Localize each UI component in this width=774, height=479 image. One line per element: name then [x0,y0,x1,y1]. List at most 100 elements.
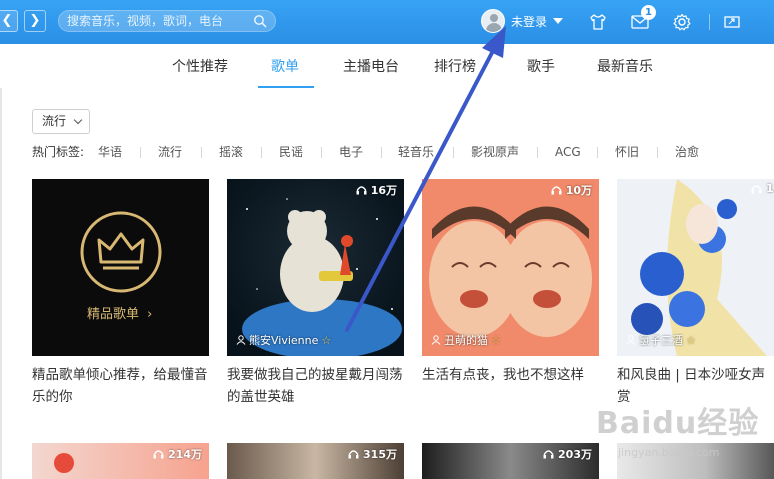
user-icon [236,335,246,345]
headphones-icon [348,450,359,459]
tag-pop[interactable]: 流行 [158,143,182,161]
play-count-value: 16万 [370,184,397,197]
tag-acg[interactable]: ACG [555,143,581,161]
back-button[interactable]: ❮ [0,10,18,32]
headphones-icon [543,450,554,459]
search-input[interactable] [67,11,247,31]
playlist-card[interactable]: 16万 熊安Vivienne ☆ 我要做我自己的披星戴月闯荡的盖世英雄 [227,179,404,408]
toolbar-divider [709,14,710,30]
playlist-title[interactable]: 生活有点丧，我也不想这样 [422,364,599,386]
cover-logo [54,453,74,473]
play-count-value: 11 [766,182,774,195]
playlist-cover[interactable]: 精品歌单 › [32,179,209,356]
tab-playlists[interactable]: 歌单 [271,44,299,88]
mini-mode-icon[interactable] [722,12,742,32]
active-tab-indicator [258,86,314,88]
playlist-card[interactable]: 203万 [422,443,599,479]
creator-name[interactable]: 熊安Vivienne ☆ [236,332,331,348]
category-selected: 流行 [42,114,67,128]
premium-caption: 精品歌单 › [87,303,152,322]
star-icon: ☆ [321,333,332,347]
login-label[interactable]: 未登录 [511,13,547,30]
creator-name[interactable]: 丑萌的猫 ☆ [431,332,501,348]
message-count-badge[interactable]: 1 [641,5,656,20]
tag-rock[interactable]: 摇滚 [219,143,243,161]
hot-tags-label: 热门标签: [32,145,85,159]
forward-button[interactable]: ❯ [24,10,46,32]
tag-separator [597,147,598,158]
forward-arrow-icon: ❯ [29,13,41,28]
category-tabs: 个性推荐 歌单 主播电台 排行榜 歌手 最新音乐 [0,44,774,88]
title-bar: ❮ ❯ 未登录 1 [0,0,774,44]
play-count-value: 214万 [168,448,202,461]
tab-charts[interactable]: 排行榜 [434,44,476,88]
baidu-jingyan-watermark: Baidu经验 jingyan.baidu.com [596,396,774,476]
music-app-window: ❮ ❯ 未登录 1 [0,0,774,479]
search-box[interactable] [58,10,276,32]
playlist-card[interactable]: 10万 丑萌的猫 ☆ 生活有点丧，我也不想这样 [422,179,599,386]
play-count: 203万 [543,446,592,462]
tab-recommend[interactable]: 个性推荐 [172,44,228,88]
chevron-down-icon [73,115,83,125]
playlist-card[interactable]: 11 氢子三酒 ☆ 和风良曲 | 日本沙哑女声赏 [617,179,774,408]
playlist-title[interactable]: 精品歌单倾心推荐，给最懂音乐的你 [32,364,209,408]
playlist-cover[interactable]: 11 氢子三酒 ☆ [617,179,774,356]
tag-separator [321,147,322,158]
tab-radio[interactable]: 主播电台 [343,44,399,88]
playlist-card[interactable]: 214万 [32,443,209,479]
creator-name-text[interactable]: 熊安Vivienne [249,332,318,348]
search-icon[interactable] [253,14,267,28]
watermark-url: jingyan.baidu.com [618,446,720,459]
tag-separator [381,147,382,158]
play-count: 16万 [356,182,397,198]
user-icon [626,335,636,345]
chevron-down-icon[interactable] [553,18,564,24]
playlist-title[interactable]: 我要做我自己的披星戴月闯荡的盖世英雄 [227,364,404,408]
skin-shirt-icon[interactable] [588,12,608,32]
play-count-value: 10万 [565,184,592,197]
star-icon: ☆ [491,333,501,347]
cover-illustration [631,179,767,356]
category-dropdown[interactable]: 流行 [32,109,90,134]
tag-light-music[interactable]: 轻音乐 [398,143,434,161]
cover-illustration [242,198,402,356]
play-count: 214万 [153,446,202,462]
tag-separator [261,147,262,158]
tag-separator [453,147,454,158]
tag-soundtrack[interactable]: 影视原声 [471,143,519,161]
playlist-card[interactable]: 315万 [227,443,404,479]
play-count-value: 203万 [558,448,592,461]
user-login-area[interactable]: 未登录 [481,9,564,33]
tag-nostalgia[interactable]: 怀旧 [615,143,639,161]
sidebar-edge [0,44,2,479]
tab-artists[interactable]: 歌手 [527,44,555,88]
play-count: 315万 [348,446,397,462]
user-icon [431,335,441,345]
avatar[interactable] [481,9,505,33]
tab-new-music[interactable]: 最新音乐 [597,44,653,88]
gear-icon[interactable] [672,12,692,32]
playlist-cover[interactable]: 16万 熊安Vivienne ☆ [227,179,404,356]
tag-electronic[interactable]: 电子 [339,143,363,161]
creator-name-text[interactable]: 氢子三酒 [639,332,683,348]
premium-caption-text: 精品歌单 [87,307,140,322]
headphones-icon [153,450,164,459]
creator-name-text[interactable]: 丑萌的猫 [444,332,488,348]
headphones-icon [551,186,562,195]
back-arrow-icon: ❮ [1,13,13,28]
play-count: 10万 [551,182,592,198]
tag-separator [140,147,141,158]
tag-separator [657,147,658,158]
tag-chinese[interactable]: 华语 [98,143,122,161]
headphones-icon [751,184,762,193]
tag-separator [201,147,202,158]
creator-name[interactable]: 氢子三酒 ☆ [626,332,696,348]
crown-icon [80,211,162,293]
play-count: 11 [751,182,774,195]
watermark-brand: Baidu经验 [596,406,760,441]
cover-illustration [429,206,592,337]
tag-healing[interactable]: 治愈 [675,143,699,161]
tag-folk[interactable]: 民谣 [279,143,303,161]
playlist-card[interactable]: 精品歌单 › 精品歌单倾心推荐，给最懂音乐的你 [32,179,209,408]
playlist-cover[interactable]: 10万 丑萌的猫 ☆ [422,179,599,356]
